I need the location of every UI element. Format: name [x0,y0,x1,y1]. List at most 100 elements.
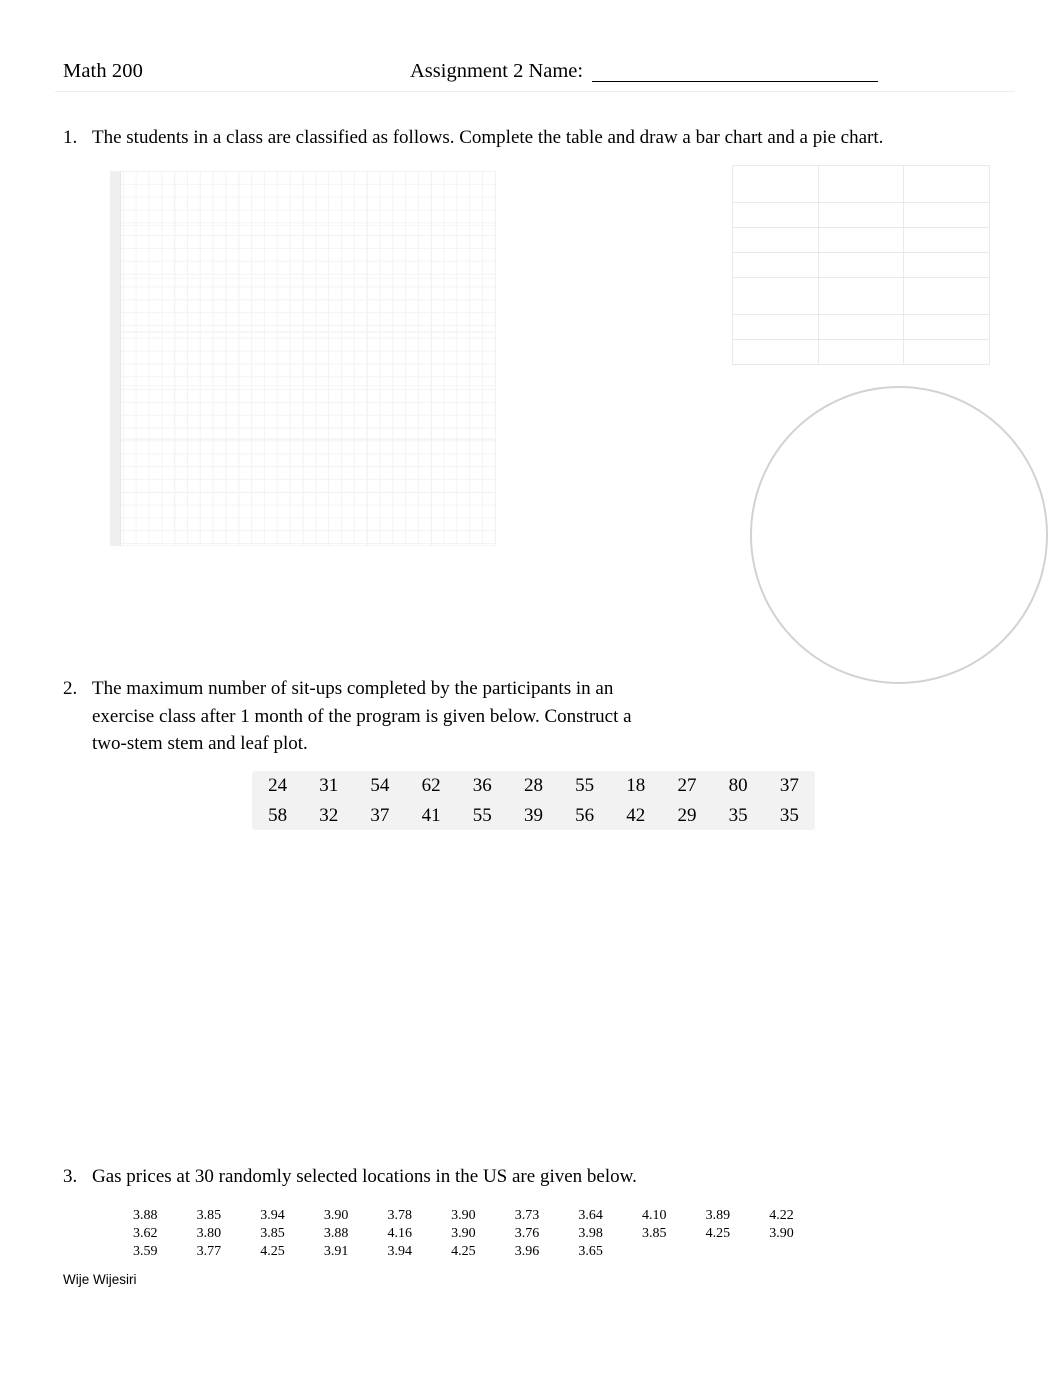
table-row[interactable] [732,339,990,365]
table-cell[interactable] [817,202,905,228]
table-row[interactable] [732,202,990,228]
question-2-text-line-2: exercise class after 1 month of the prog… [92,706,632,727]
data-cell: 55 [472,805,492,826]
table-cell[interactable] [903,227,990,253]
gas-prices-data-block: 3.88 3.85 3.94 3.90 3.78 3.90 3.73 3.64 … [133,1207,833,1261]
table-cell[interactable] [732,277,819,315]
course-title: Math 200 [63,60,143,82]
table-row: 3.59 3.77 4.25 3.91 3.94 4.25 3.96 3.65 [133,1243,833,1261]
data-cell: 3.77 [196,1244,222,1259]
data-cell: 3.90 [769,1226,794,1241]
graph-paper-grid [110,171,496,546]
table-cell[interactable] [732,339,819,365]
situps-data-table: 24 31 54 62 36 28 55 18 27 80 37 58 32 3… [252,771,815,831]
name-blank-line[interactable] [592,81,878,82]
data-cell: 3.73 [514,1208,540,1223]
data-cell [642,1243,706,1261]
data-cell: 32 [319,805,339,826]
question-1-number: 1. [63,127,78,148]
data-cell: 39 [523,805,543,826]
data-cell: 27 [677,775,697,796]
table-cell[interactable] [903,252,990,278]
table-cell[interactable] [817,314,905,340]
table-row[interactable] [732,277,990,315]
footer-author-name: Wije Wijesiri [63,1272,137,1287]
table-cell[interactable] [903,314,990,340]
question-3-number: 3. [63,1166,78,1187]
data-cell: 3.80 [196,1226,222,1241]
data-cell: 24 [268,775,288,796]
table-cell[interactable] [903,277,990,315]
data-cell: 3.62 [133,1226,158,1241]
data-cell: 54 [370,775,390,796]
pie-chart-circle-outline[interactable] [750,386,1048,684]
table-row[interactable] [732,314,990,340]
gas-prices-table: 3.88 3.85 3.94 3.90 3.78 3.90 3.73 3.64 … [133,1207,833,1261]
table-cell[interactable] [903,202,990,228]
data-cell: 35 [779,805,799,826]
data-cell: 3.91 [323,1244,349,1259]
table-cell[interactable] [903,339,990,365]
data-cell: 3.98 [578,1226,603,1241]
page-header: Math 200 Assignment 2 Name: [0,58,1062,92]
question-2-number: 2. [63,678,78,699]
data-cell: 80 [728,775,748,796]
data-cell: 3.59 [133,1244,158,1259]
table-row[interactable] [732,227,990,253]
data-cell: 4.16 [387,1226,413,1241]
table-cell[interactable] [732,252,819,278]
data-cell: 3.94 [387,1244,413,1259]
data-cell: 4.22 [769,1208,794,1223]
table-cell[interactable] [903,165,990,203]
data-cell: 42 [626,805,646,826]
table-row[interactable] [732,252,990,278]
data-cell: 3.64 [578,1208,603,1223]
data-cell: 3.78 [387,1208,413,1223]
data-cell: 28 [523,775,543,796]
table-row: 58 32 37 41 55 39 56 42 29 35 35 [252,801,815,831]
data-cell: 3.85 [260,1226,285,1241]
frequency-table-blank[interactable] [732,165,990,365]
data-cell: 41 [421,805,441,826]
data-cell [706,1243,770,1261]
table-cell[interactable] [732,165,819,203]
data-cell: 3.88 [133,1208,158,1223]
data-cell: 3.90 [451,1208,476,1223]
situps-data-block: 24 31 54 62 36 28 55 18 27 80 37 58 32 3… [252,771,815,830]
data-cell: 36 [472,775,492,796]
question-2-text-line-1: The maximum number of sit-ups completed … [92,678,614,699]
table-cell[interactable] [732,202,819,228]
data-cell: 58 [268,805,288,826]
assignment-name-label: Assignment 2 Name: [410,60,584,82]
data-cell: 3.65 [578,1244,603,1259]
table-cell[interactable] [817,165,905,203]
data-cell: 37 [370,805,390,826]
data-cell: 62 [421,775,441,796]
data-cell: 3.85 [642,1226,667,1241]
bar-chart-grid-area[interactable] [110,171,496,546]
data-cell: 3.94 [260,1208,285,1223]
data-cell: 37 [779,775,799,796]
data-cell: 3.89 [705,1208,731,1223]
table-cell[interactable] [817,339,905,365]
grid-vertical-axis-band [110,171,120,546]
data-cell: 3.90 [323,1208,349,1223]
document-page: Math 200 Assignment 2 Name: 1. The stude… [0,0,1062,1377]
data-cell: 31 [319,775,339,796]
data-cell [769,1243,833,1261]
question-2-text-line-3: two-stem stem and leaf plot. [92,733,308,754]
table-row: 3.62 3.80 3.85 3.88 4.16 3.90 3.76 3.98 … [133,1225,833,1243]
table-cell[interactable] [817,252,905,278]
data-cell: 56 [575,805,595,826]
data-cell: 3.85 [196,1208,222,1223]
table-cell[interactable] [817,227,905,253]
table-row: 24 31 54 62 36 28 55 18 27 80 37 [252,771,815,801]
data-cell: 4.25 [260,1244,285,1259]
table-cell[interactable] [732,314,819,340]
question-3-text: Gas prices at 30 randomly selected locat… [92,1166,637,1187]
table-cell[interactable] [817,277,905,315]
data-cell: 4.25 [705,1226,731,1241]
data-cell: 3.96 [514,1244,540,1259]
table-row[interactable] [732,165,990,203]
table-cell[interactable] [732,227,819,253]
